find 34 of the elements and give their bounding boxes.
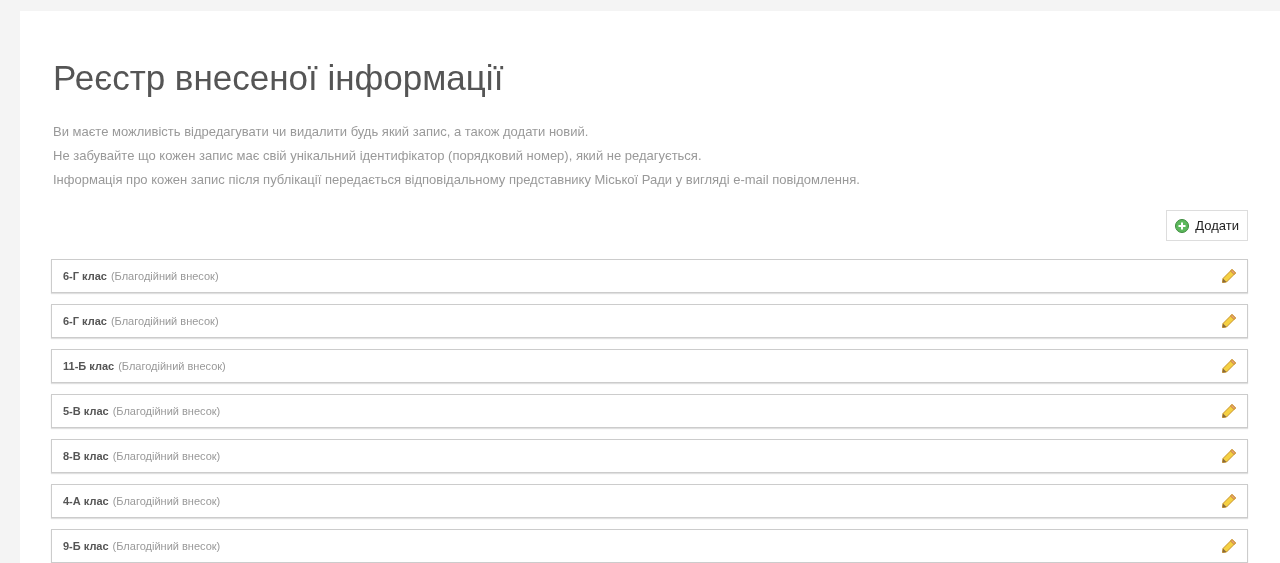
record-row[interactable]: 6-Г клас (Благодійний внесок) (51, 259, 1248, 293)
record-row[interactable]: 11-Б клас (Благодійний внесок) (51, 349, 1248, 383)
record-name: 4-А клас (63, 493, 109, 509)
pencil-icon[interactable] (1221, 268, 1237, 284)
record-note: (Благодійний внесок) (112, 493, 221, 509)
record-note: (Благодійний внесок) (112, 403, 221, 419)
record-note: (Благодійний внесок) (112, 538, 221, 554)
record-note: (Благодійний внесок) (118, 358, 226, 374)
record-note: (Благодійний внесок) (112, 448, 221, 464)
record-name: 6-Г клас (63, 268, 107, 284)
record-row[interactable]: 4-А клас (Благодійний внесок) (51, 484, 1248, 518)
record-name: 5-В клас (63, 403, 109, 419)
intro-text: Інформація про кожен запис після публікації передається відповідальному представнику Міської Ради у вигляді e-mail повідомлення. (53, 171, 861, 189)
intro-text: Не забувайте що кожен запис має свій унікальний ідентифікатор (порядковий номер), який не редагується. (53, 147, 703, 165)
pencil-icon[interactable] (1221, 448, 1237, 464)
record-row[interactable]: 8-В клас (Благодійний внесок) (51, 439, 1248, 473)
record-row[interactable]: 6-Г клас (Благодійний внесок) (51, 304, 1248, 338)
record-name: 9-Б клас (63, 538, 109, 554)
pencil-icon[interactable] (1221, 358, 1237, 374)
record-name: 11-Б клас (63, 358, 115, 374)
record-note: (Благодійний внесок) (110, 313, 219, 329)
pencil-icon[interactable] (1221, 403, 1237, 419)
pencil-icon[interactable] (1221, 538, 1237, 554)
record-name: 6-Г клас (63, 313, 107, 329)
add-button[interactable]: Додати (1166, 210, 1248, 241)
page-title: Реєстр внесеної інформації (52, 58, 505, 98)
record-row[interactable]: 5-В клас (Благодійний внесок) (51, 394, 1248, 428)
record-note: (Благодійний внесок) (110, 268, 219, 284)
record-row[interactable]: 9-Б клас (Благодійний внесок) (51, 529, 1248, 563)
record-name: 8-В клас (63, 448, 109, 464)
pencil-icon[interactable] (1221, 313, 1237, 329)
pencil-icon[interactable] (1221, 493, 1237, 509)
intro-text: Ви маєте можливість відредагувати чи видалити будь який запис, а також додати новий. (53, 123, 590, 141)
plus-icon (1175, 218, 1190, 233)
